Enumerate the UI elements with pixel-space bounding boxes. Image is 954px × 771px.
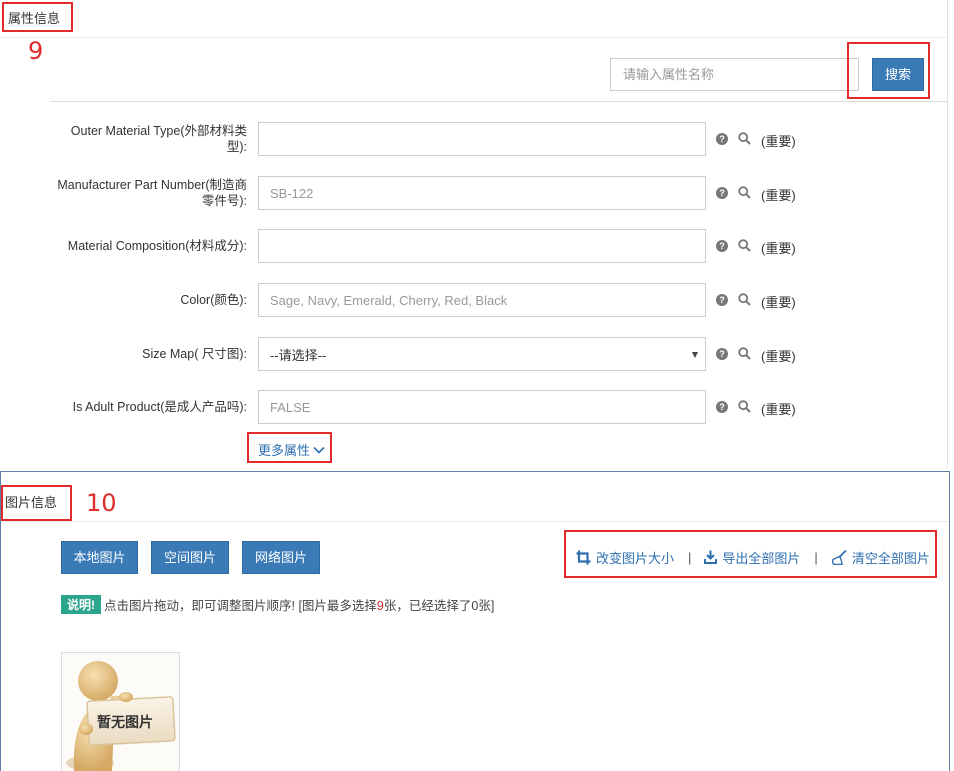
- field-label: Color(颜色):: [180, 293, 247, 307]
- search-icon[interactable]: [738, 347, 751, 360]
- image-note: 说明! 点击图片拖动，即可调整图片顺序! [图片最多选择9张，已经选择了0张]: [61, 595, 494, 614]
- attribute-section: 属性信息 9 搜索 Outer Material Type(外部材料类型): ?…: [0, 0, 954, 468]
- field-label: Is Adult Product(是成人产品吗):: [72, 400, 247, 414]
- help-icon[interactable]: ?: [716, 294, 728, 306]
- form-row-material-composition: Material Composition(材料成分): ? (重要): [0, 228, 947, 264]
- note-badge: 说明!: [61, 595, 101, 614]
- search-icon[interactable]: [738, 293, 751, 306]
- search-icon[interactable]: [738, 239, 751, 252]
- section-divider: [0, 37, 947, 38]
- search-icon[interactable]: [738, 400, 751, 413]
- annotation-box-search: [847, 42, 930, 99]
- select-value: --请选择--: [270, 347, 327, 363]
- space-image-button[interactable]: 空间图片: [151, 541, 229, 574]
- form-row-manufacturer-part: Manufacturer Part Number(制造商零件号): ? (重要): [0, 175, 947, 211]
- annotation-number-9: 9: [28, 37, 44, 65]
- material-composition-input[interactable]: [258, 229, 706, 263]
- annotation-box-image-title: [1, 485, 72, 521]
- search-icon[interactable]: [738, 132, 751, 145]
- importance-label: (重要): [761, 349, 796, 364]
- color-input[interactable]: [258, 283, 706, 317]
- form-row-size-map: Size Map( 尺寸图): --请选择-- ? (重要): [0, 336, 947, 372]
- image-placeholder: 暂无图片: [61, 652, 180, 771]
- help-icon[interactable]: ?: [716, 348, 728, 360]
- help-icon[interactable]: ?: [716, 187, 728, 199]
- adult-product-input[interactable]: [258, 390, 706, 424]
- network-image-button[interactable]: 网络图片: [242, 541, 320, 574]
- no-image-caption: 暂无图片: [97, 715, 153, 731]
- help-icon[interactable]: ?: [716, 240, 728, 252]
- importance-label: (重要): [761, 295, 796, 310]
- field-label: Manufacturer Part Number(制造商 零件号):: [57, 178, 247, 208]
- form-divider: [50, 101, 947, 102]
- field-label: Material Composition(材料成分):: [67, 239, 247, 253]
- note-text: 点击图片拖动，即可调整图片顺序! [图片最多选择9张，已经选择了0张]: [104, 599, 495, 613]
- field-label: Outer Material Type(外部材料类 型):: [70, 124, 247, 154]
- section-border: [947, 0, 948, 468]
- annotation-number-10: 10: [86, 489, 117, 517]
- annotation-box-title: [2, 2, 73, 32]
- importance-label: (重要): [761, 402, 796, 417]
- help-icon[interactable]: ?: [716, 401, 728, 413]
- caret-down-icon: [692, 352, 698, 358]
- image-section: 图片信息 10 本地图片 空间图片 网络图片 改变图片大小 | 导出全部图片 |…: [0, 471, 950, 771]
- importance-label: (重要): [761, 134, 796, 149]
- local-image-button[interactable]: 本地图片: [61, 541, 138, 574]
- manufacturer-part-input[interactable]: [258, 176, 706, 210]
- outer-material-input[interactable]: [258, 122, 706, 156]
- annotation-box-more: [247, 432, 332, 463]
- field-label: Size Map( 尺寸图):: [142, 347, 247, 361]
- importance-label: (重要): [761, 188, 796, 203]
- section-divider: [1, 521, 949, 522]
- size-map-select[interactable]: --请选择--: [258, 337, 706, 371]
- form-row-color: Color(颜色): ? (重要): [0, 282, 947, 318]
- attribute-search-input[interactable]: [610, 58, 859, 91]
- search-icon[interactable]: [738, 186, 751, 199]
- help-icon[interactable]: ?: [716, 133, 728, 145]
- importance-label: (重要): [761, 241, 796, 256]
- annotation-box-toolbar: [564, 530, 937, 578]
- form-row-outer-material: Outer Material Type(外部材料类 型): ? (重要): [0, 121, 947, 157]
- form-row-adult-product: Is Adult Product(是成人产品吗): ? (重要): [0, 389, 947, 425]
